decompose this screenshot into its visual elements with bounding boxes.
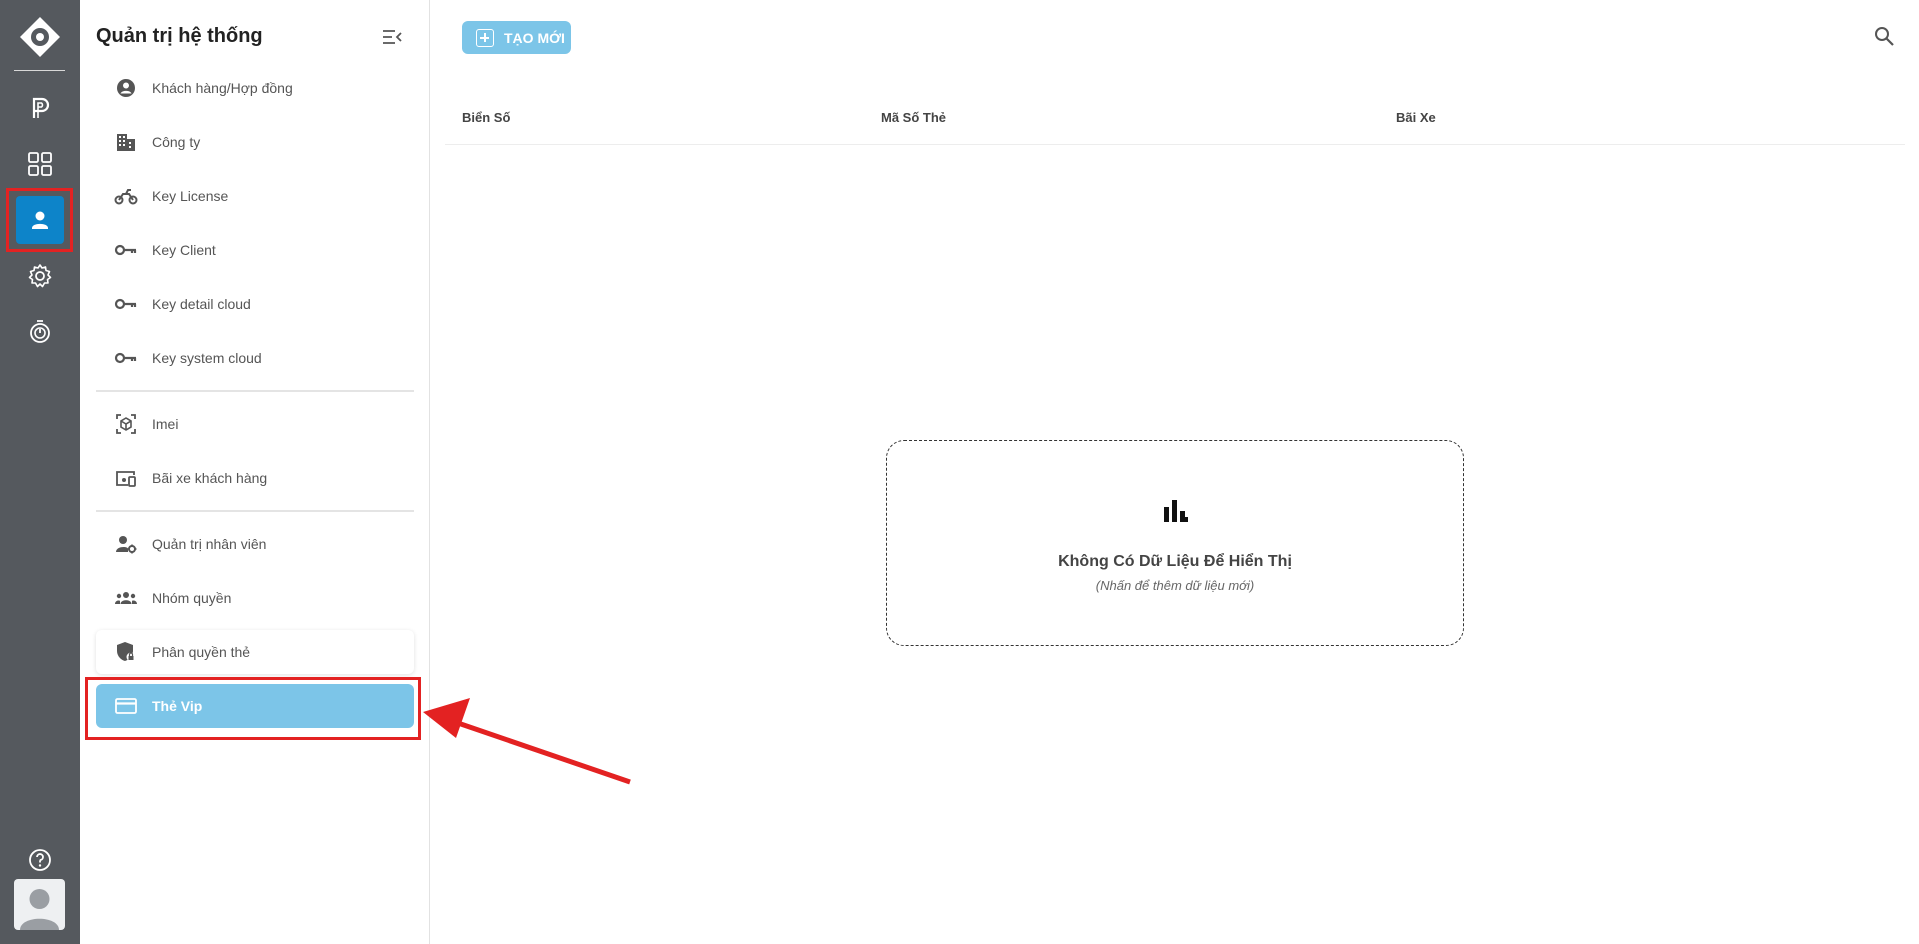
rail-history-button[interactable] (16, 308, 64, 356)
settings-gear-icon (28, 264, 52, 288)
sidebar-item-imei[interactable]: Imei (96, 402, 414, 446)
sidebar-item-label: Khách hàng/Hợp đồng (152, 80, 293, 96)
sidebar-item-company[interactable]: Công ty (96, 120, 414, 164)
left-rail (0, 0, 80, 944)
building-icon (114, 130, 138, 154)
sidebar-divider (96, 510, 414, 512)
sidebar-item-label: Công ty (152, 134, 201, 150)
sidebar-item-label: Key detail cloud (152, 296, 251, 312)
sidebar-item-permission-groups[interactable]: Nhóm quyền (96, 576, 414, 620)
sidebar-item-key-client[interactable]: Key Client (96, 228, 414, 272)
motorbike-icon (114, 184, 138, 208)
key-icon (114, 346, 138, 370)
sidebar-item-key-system-cloud[interactable]: Key system cloud (96, 336, 414, 380)
timer-icon (30, 320, 50, 343)
create-new-label: TẠO MỚI (504, 29, 565, 46)
bar-chart-icon (1164, 500, 1188, 522)
create-new-button[interactable]: TẠO MỚI (462, 21, 571, 54)
sidebar-item-key-detail-cloud[interactable]: Key detail cloud (96, 282, 414, 326)
help-icon[interactable] (26, 846, 54, 874)
dashboard-grid-icon (28, 152, 52, 176)
avatar[interactable] (14, 879, 65, 930)
column-header-plate-number[interactable]: Biển Số (462, 110, 510, 125)
rail-settings-button[interactable] (16, 252, 64, 300)
sidebar-item-label: Imei (152, 416, 179, 432)
key-icon (114, 238, 138, 262)
group-icon (114, 586, 138, 610)
empty-state-title: Không Có Dữ Liệu Để Hiển Thị (1058, 553, 1292, 570)
sidebar-item-label: Quản trị nhân viên (152, 536, 267, 552)
column-header-parking-lot[interactable]: Bãi Xe (1396, 110, 1436, 125)
empty-state-add-data[interactable]: Không Có Dữ Liệu Để Hiển Thị (Nhấn để th… (886, 440, 1464, 646)
sidebar-item-label: Key License (152, 188, 229, 204)
search-icon[interactable] (1873, 25, 1895, 47)
sidebar: Quản trị hệ thống Khách hàng/Hợp đồng Cô… (80, 0, 430, 944)
sidebar-item-customers[interactable]: Khách hàng/Hợp đồng (96, 66, 414, 110)
column-header-card-number[interactable]: Mã Số Thẻ (881, 110, 946, 125)
rail-user-highlight-box (6, 188, 73, 252)
devices-icon (114, 466, 138, 490)
shield-lock-icon (114, 640, 138, 664)
sidebar-item-card-permissions[interactable]: Phân quyền thẻ (96, 630, 414, 674)
sidebar-item-label: Key Client (152, 242, 216, 258)
sidebar-divider (96, 390, 414, 392)
account-circle-icon (114, 76, 138, 100)
sidebar-item-label: Key system cloud (152, 350, 262, 366)
sidebar-item-label: Nhóm quyền (152, 590, 232, 606)
table-header-divider (445, 144, 1905, 145)
sidebar-item-label: Bãi xe khách hàng (152, 470, 268, 486)
user-gear-icon (114, 532, 138, 556)
sidebar-item-label: Phân quyền thẻ (152, 644, 251, 660)
logo-icon[interactable] (19, 16, 61, 58)
sidebar-title: Quản trị hệ thống (96, 25, 263, 47)
plus-box-icon (476, 28, 494, 47)
empty-state-subtitle: (Nhấn để thêm dữ liệu mới) (1095, 578, 1255, 593)
rail-dashboard-button[interactable] (16, 140, 64, 188)
scan-cube-icon (114, 412, 138, 436)
sidebar-item-customer-parking[interactable]: Bãi xe khách hàng (96, 456, 414, 500)
sidebar-item-key-license[interactable]: Key License (96, 174, 414, 218)
rail-parking-button[interactable] (16, 84, 64, 132)
parking-icon (32, 97, 50, 118)
collapse-menu-icon[interactable] (381, 26, 403, 48)
vip-card-highlight-box (85, 677, 421, 740)
avatar-placeholder-icon (20, 889, 59, 930)
sidebar-item-staff-admin[interactable]: Quản trị nhân viên (96, 522, 414, 566)
key-icon (114, 292, 138, 316)
rail-divider (14, 70, 65, 71)
